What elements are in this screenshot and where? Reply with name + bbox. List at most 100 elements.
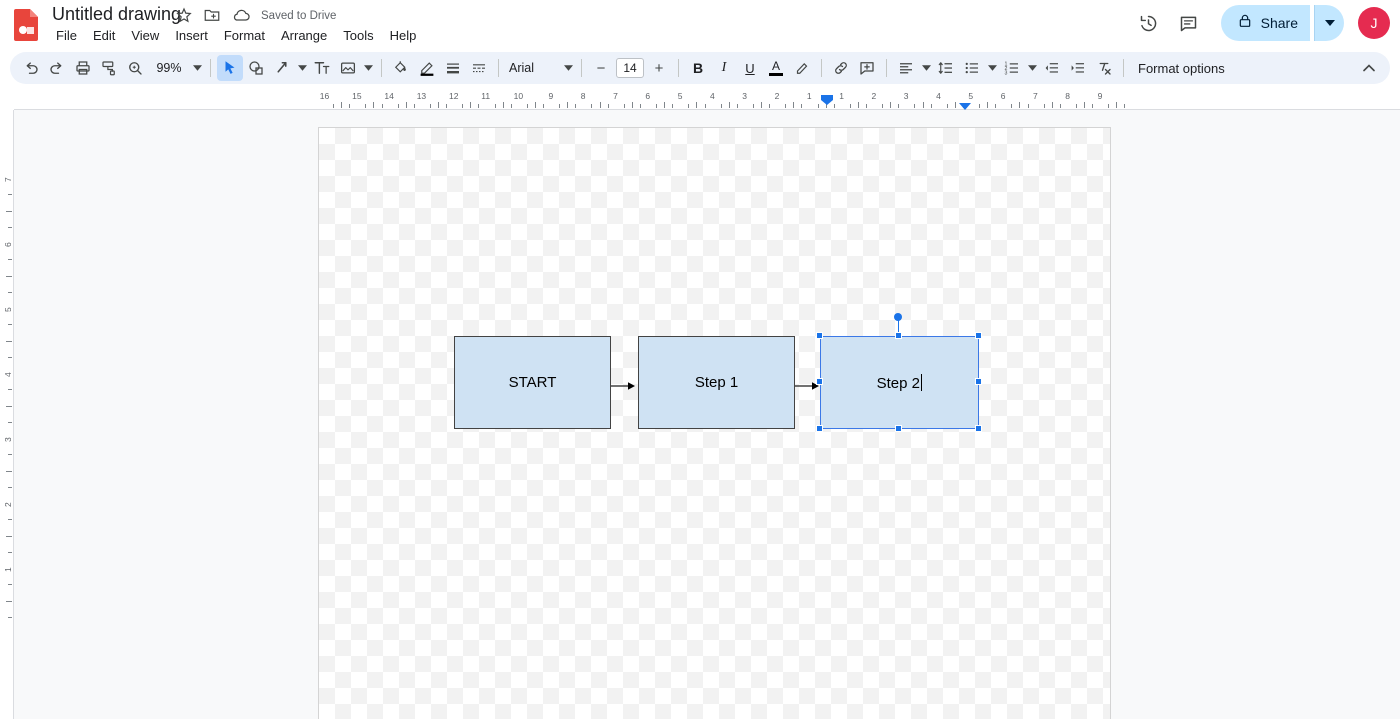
undo-icon[interactable] — [18, 55, 44, 81]
menu-arrange[interactable]: Arrange — [273, 26, 335, 45]
font-family-chevron-down-icon[interactable] — [561, 55, 575, 81]
shape-icon[interactable] — [243, 55, 269, 81]
shape-step1[interactable]: Step 1 — [638, 336, 795, 429]
document-title[interactable]: Untitled drawing — [50, 2, 183, 26]
resize-handle-top-center[interactable] — [895, 332, 902, 339]
image-icon[interactable] — [335, 55, 361, 81]
chevron-up-icon[interactable] — [1356, 55, 1382, 81]
resize-handle-bottom-right[interactable] — [975, 425, 982, 432]
shape-start[interactable]: START — [454, 336, 611, 429]
indent-marker-right[interactable] — [959, 98, 971, 110]
text-box-icon[interactable] — [309, 55, 335, 81]
align-chevron-down-icon[interactable] — [919, 55, 933, 81]
ruler-h-tick — [341, 102, 343, 108]
decrease-indent-icon[interactable] — [1039, 55, 1065, 81]
clear-formatting-icon[interactable] — [1091, 55, 1117, 81]
avatar[interactable]: J — [1358, 7, 1390, 39]
shape-step2[interactable]: Step 2 — [820, 336, 979, 429]
border-dash-icon[interactable] — [466, 55, 492, 81]
drawing-canvas[interactable]: START Step 1 Step 2 — [318, 127, 1111, 719]
add-comment-icon[interactable] — [854, 55, 880, 81]
work-area[interactable]: START Step 1 Step 2 — [14, 110, 1400, 719]
fill-color-icon[interactable] — [388, 55, 414, 81]
ruler-v-tick — [6, 600, 12, 602]
font-size-increase-button[interactable]: + — [646, 55, 672, 81]
ruler-h-tick — [930, 104, 932, 108]
ruler-h-tick — [397, 104, 399, 108]
redo-icon[interactable] — [44, 55, 70, 81]
bulleted-list-icon[interactable] — [959, 55, 985, 81]
rotation-handle[interactable] — [894, 313, 902, 321]
version-history-icon[interactable] — [1131, 5, 1167, 41]
comment-icon[interactable] — [1171, 5, 1207, 41]
resize-handle-bottom-center[interactable] — [895, 425, 902, 432]
italic-button[interactable]: I — [711, 55, 737, 81]
main-toolbar: 99% Arial − 14 + B I U A 1 2 3 Format op… — [10, 52, 1390, 84]
bulleted-list-chevron-down-icon[interactable] — [985, 55, 999, 81]
border-weight-icon[interactable] — [440, 55, 466, 81]
ruler-v-tick — [8, 356, 12, 358]
vertical-ruler[interactable]: 7 6 5 4 3 2 1 — [0, 110, 14, 719]
line-spacing-icon[interactable] — [933, 55, 959, 81]
indent-marker-left[interactable] — [820, 94, 834, 110]
image-chevron-down-icon[interactable] — [361, 55, 375, 81]
arrow-start-step1[interactable] — [611, 378, 638, 390]
border-color-icon[interactable] — [414, 55, 440, 81]
zoom-icon[interactable] — [122, 55, 148, 81]
horizontal-ruler[interactable]: 16 15 14 13 12 11 10 9 8 7 6 5 4 3 2 1 1 2 3 4 5 6 7 8 9 — [14, 90, 1400, 110]
menu-format[interactable]: Format — [216, 26, 273, 45]
ruler-v-tick — [8, 226, 12, 228]
ruler-h-tick — [761, 102, 763, 108]
menu-insert[interactable]: Insert — [167, 26, 216, 45]
numbered-list-chevron-down-icon[interactable] — [1025, 55, 1039, 81]
zoom-level-value[interactable]: 99% — [148, 61, 190, 75]
menu-view[interactable]: View — [123, 26, 167, 45]
cloud-saved-icon[interactable] — [231, 6, 251, 26]
move-to-folder-icon[interactable] — [203, 6, 223, 26]
ruler-h-number: 4 — [710, 91, 715, 101]
resize-handle-middle-right[interactable] — [975, 378, 982, 385]
resize-handle-middle-left[interactable] — [816, 378, 823, 385]
ruler-h-tick — [438, 102, 440, 108]
menu-help[interactable]: Help — [382, 26, 425, 45]
text-color-icon: A — [771, 59, 780, 73]
ruler-h-tick — [696, 102, 698, 108]
line-icon[interactable] — [269, 55, 295, 81]
share-button[interactable]: Share — [1220, 5, 1310, 41]
ruler-h-tick — [817, 104, 819, 108]
text-color-button[interactable]: A — [763, 55, 789, 81]
menu-file[interactable]: File — [48, 26, 85, 45]
ruler-h-tick — [1092, 104, 1094, 108]
resize-handle-bottom-left[interactable] — [816, 425, 823, 432]
font-family-value[interactable]: Arial — [505, 61, 561, 75]
paint-format-icon[interactable] — [96, 55, 122, 81]
font-size-input[interactable]: 14 — [616, 58, 644, 78]
ruler-h-tick — [995, 104, 997, 108]
bold-button[interactable]: B — [685, 55, 711, 81]
ruler-h-number: 10 — [513, 91, 524, 101]
increase-indent-icon[interactable] — [1065, 55, 1091, 81]
link-icon[interactable] — [828, 55, 854, 81]
share-dropdown-chevron-down-icon[interactable] — [1314, 5, 1344, 41]
font-size-decrease-button[interactable]: − — [588, 55, 614, 81]
ruler-v-tick — [8, 389, 12, 391]
align-left-icon[interactable] — [893, 55, 919, 81]
ruler-h-tick — [405, 102, 407, 108]
select-arrow-icon[interactable] — [217, 55, 243, 81]
print-icon[interactable] — [70, 55, 96, 81]
zoom-chevron-down-icon[interactable] — [190, 55, 204, 81]
line-chevron-down-icon[interactable] — [295, 55, 309, 81]
toolbar-divider-2 — [381, 59, 382, 77]
menu-edit[interactable]: Edit — [85, 26, 123, 45]
toolbar-divider-8 — [1123, 59, 1124, 77]
ruler-h-tick — [769, 104, 771, 108]
resize-handle-top-left[interactable] — [816, 332, 823, 339]
resize-handle-top-right[interactable] — [975, 332, 982, 339]
highlight-icon[interactable] — [789, 55, 815, 81]
underline-button[interactable]: U — [737, 55, 763, 81]
numbered-list-icon[interactable]: 123 — [999, 55, 1025, 81]
star-icon[interactable] — [175, 6, 195, 26]
menu-tools[interactable]: Tools — [335, 26, 381, 45]
format-options-button[interactable]: Format options — [1130, 61, 1233, 76]
ruler-v-number: 6 — [3, 242, 13, 247]
